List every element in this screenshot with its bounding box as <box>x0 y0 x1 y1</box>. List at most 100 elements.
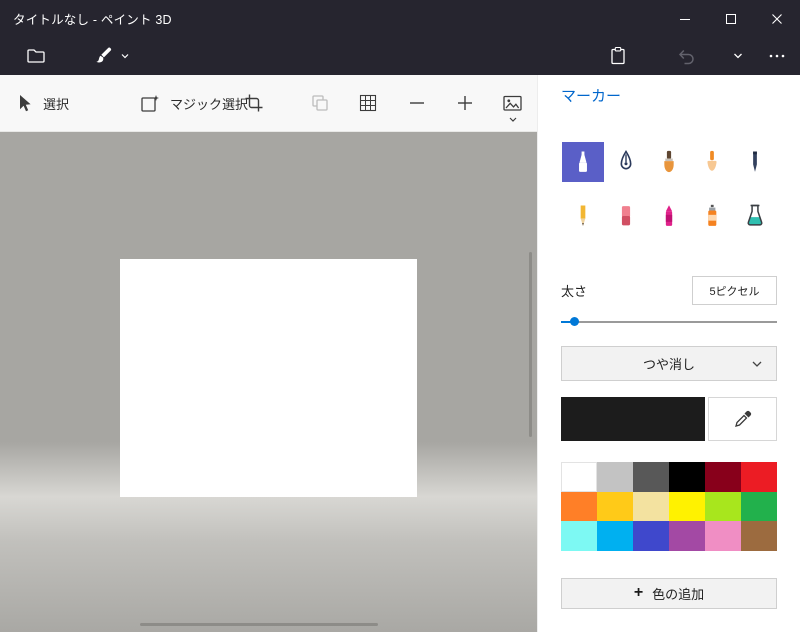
palette-swatch[interactable] <box>597 462 633 492</box>
magic-select-label: マジック選択 <box>170 96 249 112</box>
copy-icon <box>312 95 328 111</box>
undo-icon <box>678 49 694 65</box>
edit-toolbar: 選択 マジック選択 <box>0 75 537 132</box>
palette-swatch[interactable] <box>633 491 669 522</box>
thickness-input[interactable] <box>692 276 777 305</box>
horizontal-scrollbar[interactable] <box>140 623 378 626</box>
zoom-out-button[interactable] <box>407 75 427 131</box>
palette-swatch[interactable] <box>561 521 597 551</box>
crop-button[interactable] <box>244 75 264 131</box>
close-icon <box>772 13 782 24</box>
thickness-slider[interactable] <box>561 317 777 327</box>
pixel-pen-icon <box>753 151 758 172</box>
folder-icon <box>27 49 45 63</box>
grid-button[interactable] <box>358 75 378 131</box>
eyedropper-icon <box>734 410 751 427</box>
color-palette <box>561 462 777 551</box>
finish-selected-label: つや消し <box>642 357 695 372</box>
plus-icon: + <box>633 584 644 602</box>
palette-swatch[interactable] <box>669 491 705 522</box>
crop-icon <box>245 94 263 112</box>
palette-swatch[interactable] <box>705 491 741 522</box>
palette-swatch[interactable] <box>561 462 597 492</box>
maximize-button[interactable] <box>708 0 754 37</box>
paint3d-window: タイトルなし - ペイント 3D 選択 マジック選択 マーカー 太さ 5ピクセル… <box>0 0 800 632</box>
minimize-icon <box>680 18 690 20</box>
zoom-in-button[interactable] <box>455 75 475 131</box>
history-chevron-icon <box>734 53 742 59</box>
paste-button[interactable] <box>604 37 632 75</box>
window-title: タイトルなし - ペイント 3D <box>13 13 172 27</box>
brush-tools-grid <box>561 142 777 236</box>
menu-bar <box>0 37 800 75</box>
magic-select-icon <box>141 94 159 112</box>
eyedropper-button[interactable] <box>708 397 777 441</box>
palette-swatch[interactable] <box>597 521 633 551</box>
tool-marker[interactable] <box>561 142 604 182</box>
eraser-icon <box>621 206 630 226</box>
palette-swatch[interactable] <box>633 521 669 551</box>
palette-swatch[interactable] <box>669 521 705 551</box>
pencil-icon <box>580 205 585 226</box>
tools-sidebar: マーカー 太さ 5ピクセル つや消し + 色の追加 <box>537 75 800 632</box>
drawing-canvas[interactable] <box>120 259 417 497</box>
tool-fill[interactable] <box>734 196 776 236</box>
palette-swatch[interactable] <box>741 491 777 522</box>
more-ellipsis-icon <box>769 54 785 58</box>
palette-swatch[interactable] <box>561 491 597 522</box>
slider-thumb[interactable] <box>570 317 579 326</box>
maximize-icon <box>726 13 736 24</box>
calligraphy-pen-icon <box>620 149 632 170</box>
brush-menu-button[interactable] <box>90 37 132 75</box>
slider-track[interactable] <box>561 321 777 323</box>
current-color-row <box>561 397 777 441</box>
vertical-scrollbar[interactable] <box>529 252 532 437</box>
palette-swatch[interactable] <box>669 462 705 492</box>
window-controls <box>662 0 800 37</box>
palette-swatch[interactable] <box>597 491 633 522</box>
tool-panel-title: マーカー <box>561 88 622 105</box>
tool-eraser[interactable] <box>605 196 647 236</box>
add-color-button[interactable]: + 色の追加 <box>561 577 777 609</box>
more-options-button[interactable] <box>762 37 792 75</box>
minimize-button[interactable] <box>662 0 708 37</box>
palette-swatch[interactable] <box>741 521 777 551</box>
workspace <box>0 132 537 632</box>
tool-pencil[interactable] <box>562 196 604 236</box>
copy-button[interactable] <box>310 75 330 131</box>
tool-pixel-pen[interactable] <box>734 142 776 182</box>
add-color-label: 色の追加 <box>652 586 705 602</box>
tool-watercolor[interactable] <box>691 142 733 182</box>
zoom-in-icon <box>458 96 472 110</box>
insert-image-chevron-icon[interactable] <box>508 116 518 124</box>
palette-swatch[interactable] <box>705 521 741 551</box>
brush-icon <box>95 47 111 63</box>
thickness-row: 太さ <box>561 276 777 305</box>
close-button[interactable] <box>754 0 800 37</box>
zoom-out-icon <box>410 102 424 104</box>
palette-swatch[interactable] <box>705 462 741 492</box>
title-bar: タイトルなし - ペイント 3D <box>0 0 800 37</box>
oil-brush-icon <box>664 150 674 173</box>
tool-calligraphy-pen[interactable] <box>605 142 647 182</box>
palette-swatch[interactable] <box>633 462 669 492</box>
select-button[interactable]: 選択 <box>14 75 69 131</box>
finish-dropdown[interactable]: つや消し <box>561 346 777 381</box>
undo-button[interactable] <box>672 37 700 75</box>
grid-icon <box>359 94 377 112</box>
insert-image-icon <box>503 95 522 111</box>
fill-icon <box>747 204 763 226</box>
watercolor-icon <box>707 150 717 171</box>
history-dropdown-button[interactable] <box>726 37 750 75</box>
palette-swatch[interactable] <box>741 462 777 492</box>
current-color-swatch[interactable] <box>561 397 705 441</box>
tool-crayon[interactable] <box>648 196 690 236</box>
open-folder-button[interactable] <box>22 37 50 75</box>
marker-icon <box>578 151 587 172</box>
crayon-icon <box>665 205 673 226</box>
brush-menu-chevron-icon <box>121 54 128 59</box>
tool-spray-can[interactable] <box>691 196 733 236</box>
tool-oil-brush[interactable] <box>648 142 690 182</box>
magic-select-button[interactable]: マジック選択 <box>140 75 248 131</box>
spray-can-icon <box>708 204 717 226</box>
